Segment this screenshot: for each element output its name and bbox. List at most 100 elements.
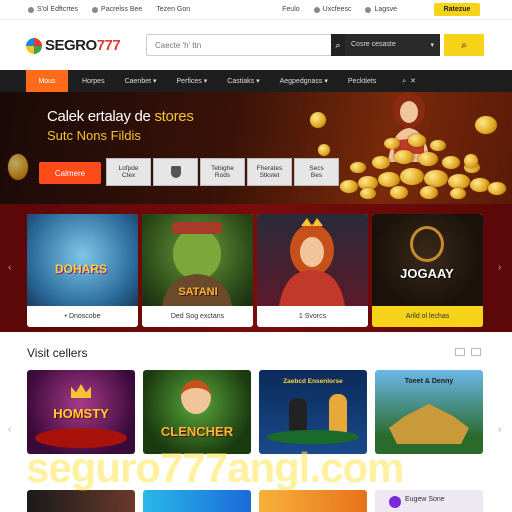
next-icon[interactable] (471, 348, 481, 356)
coin-icon (420, 186, 438, 199)
featured-label-1: • Dnoscobe (64, 313, 101, 320)
flying-coin (318, 144, 330, 156)
top-link-label: Tezen Gon (156, 6, 191, 13)
chevron-left-icon[interactable]: ‹ (8, 262, 11, 273)
featured-art-1: DOHARS (27, 214, 138, 306)
header: SEGRO777 Caecte 'h' ttn ⌕ Cosre cesaste ▾… (0, 20, 512, 70)
crown-icon (71, 384, 91, 398)
chevron-left-icon[interactable]: ‹ (8, 424, 11, 435)
nav-item-6[interactable]: Aegpedgnass ▾ (270, 70, 338, 92)
game-card-3[interactable]: Zaebcd Ensenlorse (259, 370, 367, 454)
top-link-2[interactable]: Pacrelss Bee (92, 6, 142, 13)
user-icon (313, 6, 320, 13)
game-card-1[interactable]: HOMSTY (27, 370, 135, 454)
top-right-3[interactable]: Lagsve (365, 6, 397, 13)
top-link-label: Lagsve (374, 6, 398, 13)
dealer-figure (289, 398, 307, 434)
top-link-1[interactable]: S'ol Edftcrtes (28, 6, 78, 13)
nav-item-7[interactable]: Pecktiets (338, 70, 386, 92)
coin-icon (384, 138, 400, 150)
search-button[interactable]: ⌕ (444, 34, 484, 56)
home-icon (28, 6, 34, 13)
coin-icon (424, 170, 448, 187)
hero-chip-4[interactable]: Fherates Stkstet (247, 158, 292, 186)
featured-title-4: JOGAAY (400, 266, 454, 281)
flying-coin (310, 112, 326, 128)
chevron-down-icon: ▾ (430, 42, 434, 49)
coin-icon (470, 178, 490, 192)
hero-title: Calek ertalay de stores (47, 108, 194, 125)
game-title-2: CLENCHER (160, 424, 234, 439)
game-title-4: Toeet & Denny (404, 378, 454, 385)
chevron-right-icon[interactable]: › (498, 262, 501, 273)
search-input[interactable]: Caecte 'h' ttn (146, 34, 332, 56)
globe-icon (365, 6, 372, 13)
featured-card-4[interactable]: JOGAAY Arild ol lechas (372, 214, 483, 327)
hero-subtitle: Sutc Nons Fildis (47, 128, 141, 143)
coin-icon (340, 180, 358, 193)
game-card-8-label: Eugew Sone (405, 496, 445, 503)
game-card-5[interactable] (27, 490, 135, 512)
top-link-label: S'ol Edftcrtes (37, 6, 79, 13)
nav-item-home[interactable]: Mous (26, 70, 68, 92)
top-link-3[interactable]: Tezen Gon (156, 6, 190, 13)
featured-games: ‹ DOHARS • Dnoscobe SATANI Ded Sog excta… (0, 204, 512, 332)
prev-icon[interactable] (455, 348, 465, 356)
shield-icon (170, 166, 181, 178)
featured-card-1[interactable]: DOHARS • Dnoscobe (27, 214, 138, 327)
main-nav: Mous Horpes Caenbet ▾ Perfices ▾ Castiak… (0, 70, 512, 92)
game-card-7[interactable] (259, 490, 367, 512)
coin-pile (330, 132, 510, 202)
coin-icon (350, 162, 366, 174)
game-title-1: HOMSTY (53, 406, 109, 421)
coin-icon (418, 152, 438, 166)
nav-item-5[interactable]: Castiaks ▾ (217, 70, 269, 92)
flying-coin (475, 116, 497, 134)
watermark-text: seguro777angl.com (26, 444, 404, 491)
hero-chip-2[interactable] (153, 158, 198, 186)
game-card-6[interactable] (143, 490, 251, 512)
top-right-2[interactable]: Uxcfeesc (313, 6, 352, 13)
coin-icon (450, 188, 466, 200)
queen-illustration (279, 218, 345, 306)
search-icon[interactable]: ⌕ (331, 34, 345, 56)
select-value: Cosre cesaste (351, 41, 396, 48)
emblem-icon (410, 226, 444, 262)
nav-item-3[interactable]: Caenbet ▾ (115, 70, 167, 92)
nav-item-2[interactable]: Horpes (72, 70, 115, 92)
top-link-label: Pacrelss Bee (101, 6, 143, 13)
featured-art-4: JOGAAY (372, 214, 483, 306)
featured-label-2: Ded Sog exctans (170, 313, 225, 320)
castle-board (389, 404, 469, 444)
hero-chip-1[interactable]: Lofpde Ctex (106, 158, 151, 186)
nav-item-4[interactable]: Perfices ▾ (167, 70, 218, 92)
logo[interactable]: SEGRO777 (26, 37, 121, 54)
section-title: Visit cellers (27, 346, 88, 360)
featured-art-3 (257, 214, 368, 306)
character-head (181, 380, 211, 414)
top-link-label: Feulo (282, 6, 300, 13)
coin-icon (372, 156, 390, 169)
nav-icons: ⌕ ✕ (402, 77, 416, 85)
game-title-3: Zaebcd Ensenlorse (283, 378, 343, 385)
top-yellow-button[interactable]: Ratezue (434, 3, 480, 16)
featured-label-4: Arild ol lechas (372, 306, 483, 327)
hero-chips: Lofpde Ctex Tebighe Rods Fherates Stkstet S… (106, 158, 339, 186)
section-controls (455, 348, 481, 356)
featured-title-1: DOHARS (54, 262, 107, 276)
chevron-right-icon[interactable]: › (498, 424, 501, 435)
hero-cta-button[interactable]: Calmere (39, 162, 101, 184)
category-select[interactable]: Cosre cesaste ▾ (345, 34, 440, 56)
featured-card-2[interactable]: SATANI Ded Sog exctans (142, 214, 253, 327)
featured-card-3[interactable]: 1 Svorcs (257, 214, 368, 327)
hero-banner: Calek ertalay de stores Sutc Nons Fildis… (0, 92, 512, 204)
game-card-8[interactable]: Eugew Sone (375, 490, 483, 512)
top-link-label: Uxcfeesc (322, 6, 352, 13)
coin-icon (390, 186, 408, 199)
flying-coin (464, 154, 478, 168)
game-card-4[interactable]: Toeet & Denny (375, 370, 483, 454)
hero-chip-3[interactable]: Tebighe Rods (200, 158, 245, 186)
top-right-1[interactable]: Feulo (282, 6, 300, 13)
game-card-2[interactable]: CLENCHER (143, 370, 251, 454)
logo-icon (26, 37, 42, 54)
